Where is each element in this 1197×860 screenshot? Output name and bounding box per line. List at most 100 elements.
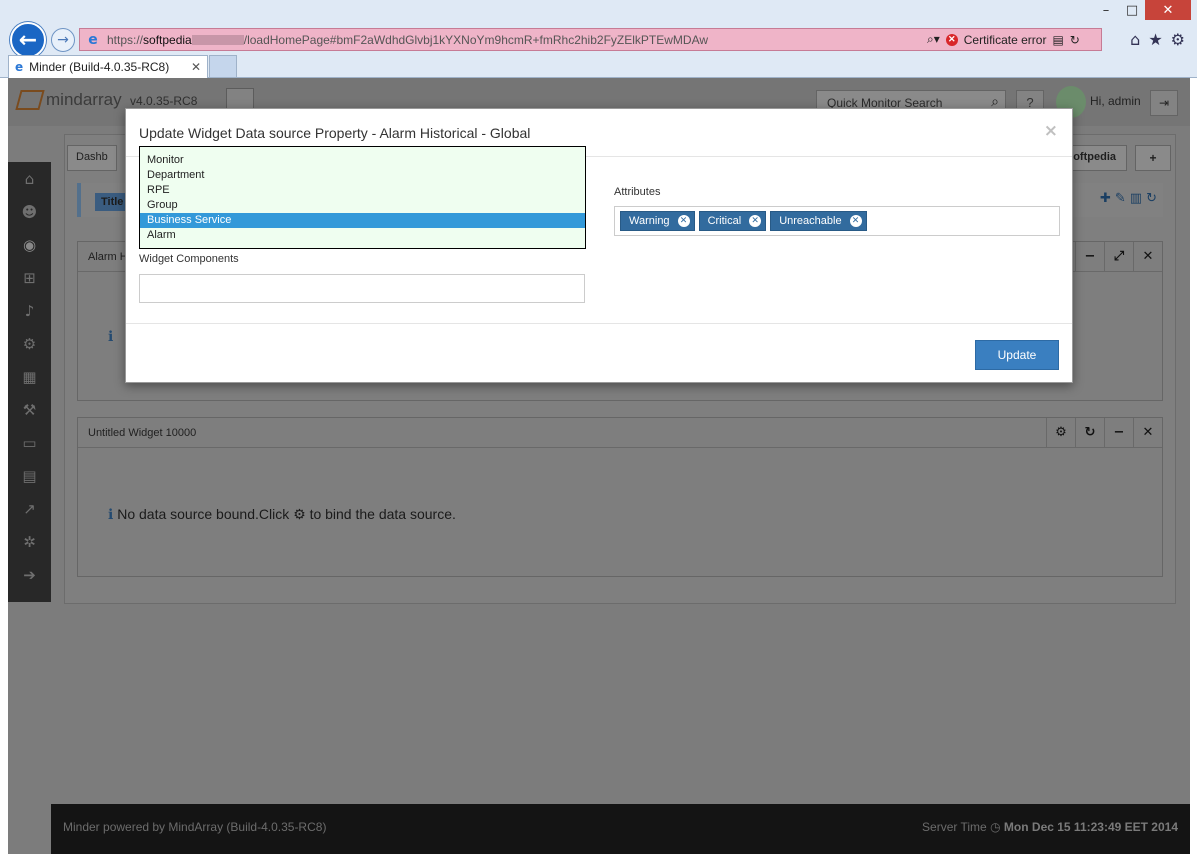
expand-widget-icon[interactable]: ⤢: [1104, 242, 1133, 271]
monitor-icon[interactable]: ▭: [8, 426, 51, 459]
settings-gear-icon[interactable]: ⚙: [1171, 30, 1185, 49]
back-arrow-icon[interactable]: ←: [10, 22, 46, 58]
attribute-chip-critical[interactable]: Critical ✕: [698, 211, 767, 231]
widget-header: Untitled Widget 10000 ⚙ ↻ − ✕: [78, 418, 1162, 448]
close-icon[interactable]: ×: [1044, 121, 1058, 141]
trash-icon[interactable]: ▥: [1130, 191, 1142, 206]
attribute-chip-unreachable[interactable]: Unreachable ✕: [770, 211, 867, 231]
refresh-icon[interactable]: ↻: [1070, 33, 1080, 47]
wrench-icon[interactable]: ⚒: [8, 393, 51, 426]
home-browser-icon[interactable]: ⌂: [1130, 30, 1140, 49]
browser-tab[interactable]: e Minder (Build-4.0.35-RC8) ✕: [8, 55, 208, 78]
toolbar-icons: ✚ ✎ ▥ ↻: [1100, 191, 1157, 206]
info-icon: ℹ: [108, 329, 114, 345]
attributes-label: Attributes: [614, 186, 661, 198]
widget-title: Untitled Widget 10000: [88, 427, 197, 439]
option-monitor[interactable]: Monitor: [140, 153, 585, 168]
home-icon[interactable]: ⌂: [8, 162, 51, 195]
url-redacted: [191, 35, 244, 46]
option-alarm[interactable]: Alarm: [140, 228, 585, 243]
update-button[interactable]: Update: [975, 340, 1059, 370]
address-bar[interactable]: e https://softpedia/loadHomePage#bmF2aWd…: [79, 28, 1102, 51]
close-window-button[interactable]: ✕: [1145, 0, 1191, 20]
widget-title: Alarm H: [88, 251, 128, 263]
chart-icon[interactable]: ↗: [8, 492, 51, 525]
sidebar: ⌂ ☻ ◉ ⊞ ♪ ⚙ ▦ ⚒ ▭ ▤ ↗ ✲ ➔: [8, 162, 51, 602]
edit-icon[interactable]: ✎: [1115, 191, 1126, 206]
close-widget-icon[interactable]: ✕: [1133, 242, 1162, 271]
forward-arrow-icon[interactable]: →: [51, 28, 75, 52]
widget-components-label: Widget Components: [139, 253, 239, 265]
widget-info: ℹ: [108, 328, 113, 345]
footer: Minder powered by MindArray (Build-4.0.3…: [51, 804, 1190, 854]
chip-label: Critical: [707, 215, 742, 227]
option-rpe[interactable]: RPE: [140, 183, 585, 198]
settings-widget-icon[interactable]: ⚙: [1046, 418, 1075, 447]
remove-chip-icon[interactable]: ✕: [849, 215, 862, 227]
clock-icon: ◷: [990, 820, 1001, 834]
ie-tab-icon: e: [15, 60, 24, 74]
favorites-star-icon[interactable]: ★: [1148, 30, 1162, 49]
datasource-type-listbox[interactable]: Monitor Department RPE Group Business Se…: [139, 146, 586, 249]
dashboard-icon[interactable]: ◉: [8, 228, 51, 261]
url-host: softpedia: [143, 32, 192, 47]
browser-toolbar-icons: ⌂ ★ ⚙: [1130, 30, 1185, 49]
gear-bind-icon[interactable]: ⚙: [293, 507, 306, 523]
option-department[interactable]: Department: [140, 168, 585, 183]
topology-icon[interactable]: ⊞: [8, 261, 51, 294]
widget-components-field[interactable]: [139, 274, 585, 303]
url-prefix: https://: [107, 32, 144, 47]
bell-icon[interactable]: ♪: [8, 294, 51, 327]
logout-icon[interactable]: ⇥: [1150, 90, 1178, 116]
certificate-error-label[interactable]: Certificate error: [964, 33, 1047, 47]
modal-footer-divider: [126, 323, 1072, 324]
minimize-widget-icon[interactable]: −: [1104, 418, 1133, 447]
no-data-text-a: No data source bound.Click: [117, 506, 290, 522]
tab-title: Minder (Build-4.0.35-RC8): [29, 60, 170, 74]
compat-view-icon[interactable]: ▤: [1052, 33, 1063, 47]
attribute-chip-warning[interactable]: Warning ✕: [620, 211, 695, 231]
greeting[interactable]: Hi, admin: [1090, 94, 1141, 108]
url-path: /loadHomePage#bmF2aWdhdGlvbj1kYXNoYm9hcm…: [243, 32, 709, 47]
remove-chip-icon[interactable]: ✕: [749, 215, 762, 227]
widget-untitled: Untitled Widget 10000 ⚙ ↻ − ✕ ℹ No data …: [77, 417, 1163, 577]
arrow-right-icon[interactable]: ➔: [8, 558, 51, 591]
search-dropdown-icon[interactable]: ⌕▾: [927, 32, 940, 47]
refresh-widget-icon[interactable]: ↻: [1075, 418, 1104, 447]
close-widget-icon[interactable]: ✕: [1133, 418, 1162, 447]
option-business-service[interactable]: Business Service: [140, 213, 585, 228]
gear-icon[interactable]: ⚙: [8, 327, 51, 360]
maximize-button[interactable]: □: [1119, 0, 1145, 20]
cert-error-icon: ✕: [945, 33, 958, 46]
attributes-field[interactable]: Warning ✕ Critical ✕ Unreachable ✕: [614, 206, 1060, 236]
calendar-icon[interactable]: ▤: [8, 459, 51, 492]
users-icon[interactable]: ☻: [8, 195, 51, 228]
url-text[interactable]: https://softpedia/loadHomePage#bmF2aWdhd…: [107, 33, 927, 47]
version-label: v4.0.35-RC8: [130, 94, 198, 108]
logo: mindarray: [15, 90, 122, 110]
new-tab-button[interactable]: [209, 55, 237, 77]
minimize-button[interactable]: –: [1093, 0, 1119, 20]
update-widget-modal: Update Widget Data source Property - Ala…: [125, 108, 1073, 383]
tab-close-icon[interactable]: ✕: [191, 60, 201, 74]
chip-label: Warning: [629, 215, 670, 227]
no-data-text-b: to bind the data source.: [309, 506, 456, 522]
modal-title: Update Widget Data source Property - Ala…: [139, 125, 531, 141]
add-icon[interactable]: ✚: [1100, 191, 1111, 206]
logo-text: mindarray: [46, 90, 122, 109]
minimize-widget-icon[interactable]: −: [1075, 242, 1104, 271]
ie-icon: e: [88, 31, 98, 48]
server-time-value: Mon Dec 15 11:23:49 EET 2014: [1003, 820, 1178, 834]
option-group[interactable]: Group: [140, 198, 585, 213]
refresh-dashboard-icon[interactable]: ↻: [1146, 191, 1157, 206]
server-time-label: Server Time: [922, 820, 987, 834]
logo-mark-icon: [15, 90, 45, 110]
tab-dashboard[interactable]: Dashb: [67, 145, 117, 171]
browser-chrome: – □ ✕ ← → e https://softpedia/loadHomePa…: [0, 0, 1197, 78]
remove-chip-icon[interactable]: ✕: [677, 215, 690, 227]
cogs-icon[interactable]: ✲: [8, 525, 51, 558]
footer-powered-by: Minder powered by MindArray (Build-4.0.3…: [63, 820, 327, 834]
calculator-icon[interactable]: ▦: [8, 360, 51, 393]
add-tab-button[interactable]: +: [1135, 145, 1171, 171]
footer-server-time: Server Time ◷ Mon Dec 15 11:23:49 EET 20…: [922, 820, 1178, 834]
